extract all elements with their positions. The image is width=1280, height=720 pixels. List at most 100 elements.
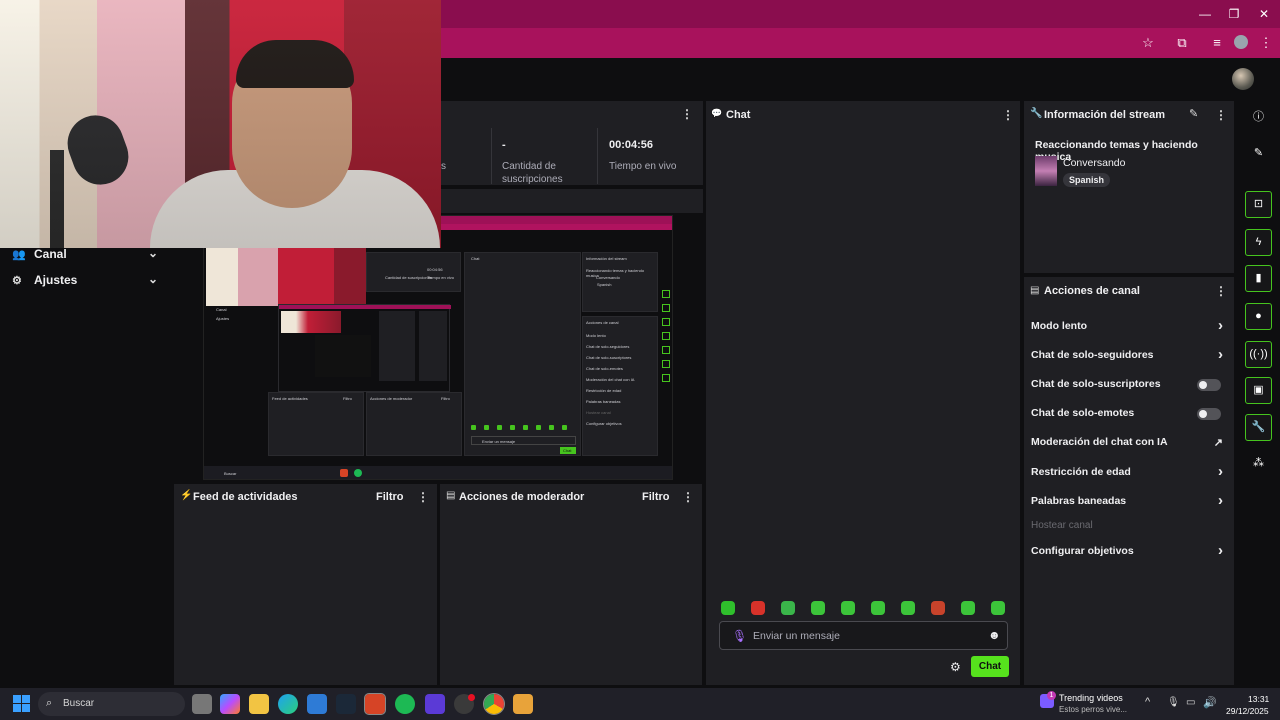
action-followers-only[interactable]: Chat de solo-seguidores › xyxy=(1031,346,1227,367)
emoji-icon[interactable]: ☻ xyxy=(988,628,1001,642)
close-icon[interactable]: ✕ xyxy=(1257,6,1271,22)
store-icon[interactable] xyxy=(307,694,327,714)
spotify-icon[interactable] xyxy=(395,694,415,714)
chevron-up-icon[interactable]: ^ xyxy=(1145,696,1150,708)
extensions-icon[interactable]: ⧉ xyxy=(1173,35,1191,51)
video-icon[interactable]: ▣ xyxy=(1245,377,1272,404)
subscribers-only-toggle[interactable] xyxy=(1197,379,1221,391)
send-chat-button[interactable]: Chat xyxy=(971,656,1009,677)
obs-icon[interactable] xyxy=(364,693,386,715)
chrome-icon[interactable] xyxy=(483,693,505,715)
minimize-icon[interactable]: — xyxy=(1198,6,1212,22)
emote-icon[interactable] xyxy=(901,601,915,615)
emote-icon[interactable] xyxy=(991,601,1005,615)
file-explorer-icon[interactable] xyxy=(249,694,269,714)
copilot-icon[interactable] xyxy=(220,694,240,714)
pencil-icon[interactable]: ✎ xyxy=(1189,107,1198,120)
kebab-icon[interactable]: ⋮ xyxy=(417,490,429,504)
chevron-right-icon: › xyxy=(1218,542,1223,559)
emote-icon[interactable] xyxy=(721,601,735,615)
microphone-icon[interactable]: 🎙 xyxy=(1167,697,1180,708)
kebab-icon[interactable]: ⋮ xyxy=(1215,108,1227,122)
preview-action-item: Chat de solo-emotes xyxy=(586,366,623,371)
emote-icon[interactable] xyxy=(931,601,945,615)
chevron-right-icon: › xyxy=(1218,346,1223,363)
pencil-icon[interactable]: ✎ xyxy=(1245,141,1272,168)
preview-rail xyxy=(660,252,672,456)
action-age-restriction[interactable]: Restricción de edad › xyxy=(1031,463,1227,484)
info-icon[interactable]: ⓘ xyxy=(1245,105,1272,132)
clock-date[interactable]: 29/12/2025 xyxy=(1226,706,1269,716)
kebab-icon[interactable]: ⋮ xyxy=(682,490,694,504)
volume-icon[interactable]: 🔊 xyxy=(1203,696,1217,709)
emote-icon[interactable] xyxy=(751,601,765,615)
edge-icon[interactable] xyxy=(278,694,298,714)
media-icon[interactable]: ≡ xyxy=(1208,35,1226,51)
chevron-right-icon: › xyxy=(1218,492,1223,509)
emote-icon[interactable] xyxy=(811,601,825,615)
action-slow-mode[interactable]: Modo lento › xyxy=(1031,317,1227,338)
action-emotes-only[interactable]: Chat de solo-emotes xyxy=(1031,407,1227,425)
chevron-right-icon: › xyxy=(1218,317,1223,334)
chat-bubble-icon[interactable]: ● xyxy=(1245,303,1272,330)
broadcast-icon[interactable]: ((·)) xyxy=(1245,341,1272,368)
app-icon[interactable] xyxy=(425,694,445,714)
emote-icon[interactable] xyxy=(781,601,795,615)
chevron-right-icon: › xyxy=(1218,463,1223,480)
restore-icon[interactable]: ❐ xyxy=(1227,6,1241,22)
preview-action-item: Modo lento xyxy=(586,333,606,338)
category-thumbnail[interactable] xyxy=(1035,156,1057,186)
document-icon: ▤ xyxy=(1030,285,1040,296)
action-configure-goals[interactable]: Configurar objetivos › xyxy=(1031,542,1227,563)
emote-icon[interactable] xyxy=(961,601,975,615)
preview-chat-button: Chat xyxy=(560,447,576,454)
microphone-icon[interactable]: 🎙 xyxy=(732,629,747,643)
preview-subs-label: Cantidad de suscripciones xyxy=(385,275,432,280)
fl-studio-icon[interactable] xyxy=(513,694,533,714)
filter-button[interactable]: Filtro xyxy=(642,491,670,503)
taskbar-search[interactable]: ⌕ Buscar xyxy=(38,692,185,716)
message-input[interactable]: 🎙 Enviar un mensaje ☻ xyxy=(719,621,1008,650)
action-subscribers-only[interactable]: Chat de solo-suscriptores xyxy=(1031,378,1227,396)
windows-start-icon[interactable] xyxy=(13,695,30,712)
kebab-icon[interactable]: ⋮ xyxy=(1215,284,1227,298)
emotes-only-toggle[interactable] xyxy=(1197,408,1221,420)
star-icon[interactable]: ☆ xyxy=(1139,35,1157,51)
apps-icon[interactable]: ⁂ xyxy=(1245,451,1272,478)
stream-preview[interactable]: 00:04:56 Tiempo en vivo Cantidad de susc… xyxy=(203,215,673,480)
preview-feed-filter: Filtro xyxy=(343,396,352,401)
users-icon: 👥 xyxy=(12,249,26,261)
notes-icon[interactable]: ▮ xyxy=(1245,265,1272,292)
emote-icon[interactable] xyxy=(841,601,855,615)
menu-icon[interactable]: ⋮ xyxy=(1257,35,1275,51)
clock-time[interactable]: 13:31 xyxy=(1248,694,1269,704)
news-subtitle: Estos perros vive... xyxy=(1059,705,1128,714)
message-placeholder: Enviar un mensaje xyxy=(753,630,840,642)
emote-icon[interactable] xyxy=(871,601,885,615)
screenshot-icon[interactable]: ⊡ xyxy=(1245,191,1272,218)
profile-icon[interactable] xyxy=(1234,35,1248,49)
steam-icon[interactable] xyxy=(336,694,356,714)
wrench-icon[interactable]: 🔧 xyxy=(1245,414,1272,441)
news-title[interactable]: Trending videos xyxy=(1059,693,1123,703)
webcam-shade xyxy=(0,0,441,248)
preview-category: Conversando xyxy=(596,275,620,280)
sidebar-item-ajustes[interactable]: ⚙ Ajustes ⌄ xyxy=(12,272,160,292)
action-banned-words[interactable]: Palabras baneadas › xyxy=(1031,492,1227,513)
action-label: Configurar objetivos xyxy=(1031,545,1134,557)
avatar[interactable] xyxy=(1232,68,1254,90)
filter-button[interactable]: Filtro xyxy=(376,491,404,503)
preview-taskbar-search: Buscar xyxy=(224,471,237,476)
kebab-icon[interactable]: ⋮ xyxy=(1002,108,1014,122)
gear-icon[interactable]: ⚙ xyxy=(950,660,961,674)
subscriptions-value: - xyxy=(502,139,506,151)
task-view-icon[interactable] xyxy=(192,694,212,714)
category-name[interactable]: Conversando xyxy=(1063,157,1125,169)
lightning-icon[interactable]: ϟ xyxy=(1245,229,1272,256)
kebab-icon[interactable]: ⋮ xyxy=(681,107,693,121)
webcam-overlay xyxy=(0,0,441,248)
network-icon[interactable]: ▭ xyxy=(1186,697,1195,708)
action-ai-moderation[interactable]: Moderación del chat con IA ↗ xyxy=(1031,436,1227,454)
sidebar-item-canal[interactable]: 👥 Canal ⌄ xyxy=(12,246,160,266)
preview-language: Spanish xyxy=(597,282,612,287)
